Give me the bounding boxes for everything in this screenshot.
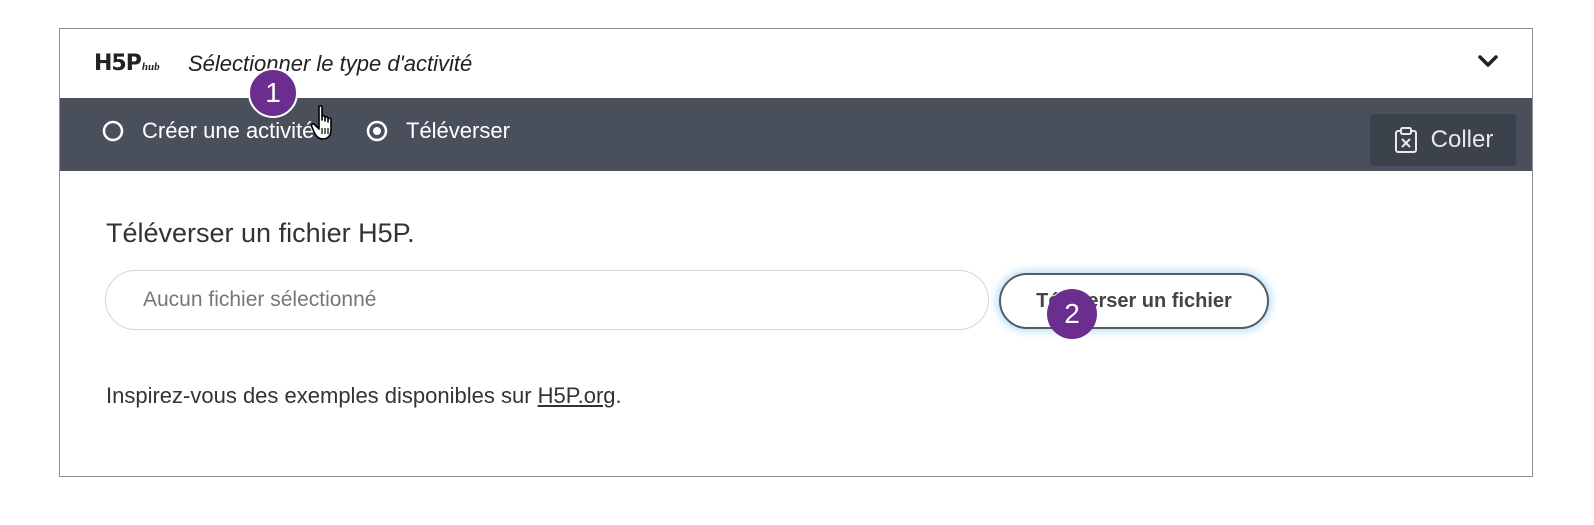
hub-title: Sélectionner le type d'activité — [188, 51, 473, 76]
tab-create-activity[interactable]: Créer une activité — [102, 118, 314, 144]
h5p-hub-logo: H5P hub — [94, 51, 160, 76]
tab-create-label: Créer une activité — [142, 118, 315, 143]
upload-file-button[interactable]: Téléverser un fichier — [999, 273, 1269, 329]
paste-button[interactable]: Coller — [1370, 114, 1516, 166]
tab-upload[interactable]: Téléverser — [366, 118, 510, 144]
chevron-down-icon[interactable] — [1476, 49, 1500, 73]
file-name-field[interactable]: Aucun fichier sélectionné — [105, 270, 989, 330]
paste-label: Coller — [1430, 126, 1494, 153]
tab-upload-label: Téléverser — [406, 118, 510, 143]
step-marker-1: 1 — [248, 68, 298, 118]
upload-title: Téléverser un fichier H5P. — [106, 218, 415, 248]
hand-pointer-icon — [310, 105, 332, 140]
inspire-text: Inspirez-vous des exemples disponibles s… — [106, 383, 622, 408]
h5p-org-link[interactable]: H5P.org — [538, 383, 616, 408]
radio-selected-icon[interactable] — [366, 120, 388, 142]
clipboard-icon — [1394, 127, 1417, 153]
step-marker-2: 2 — [1047, 289, 1097, 339]
radio-empty-icon[interactable] — [102, 120, 124, 142]
